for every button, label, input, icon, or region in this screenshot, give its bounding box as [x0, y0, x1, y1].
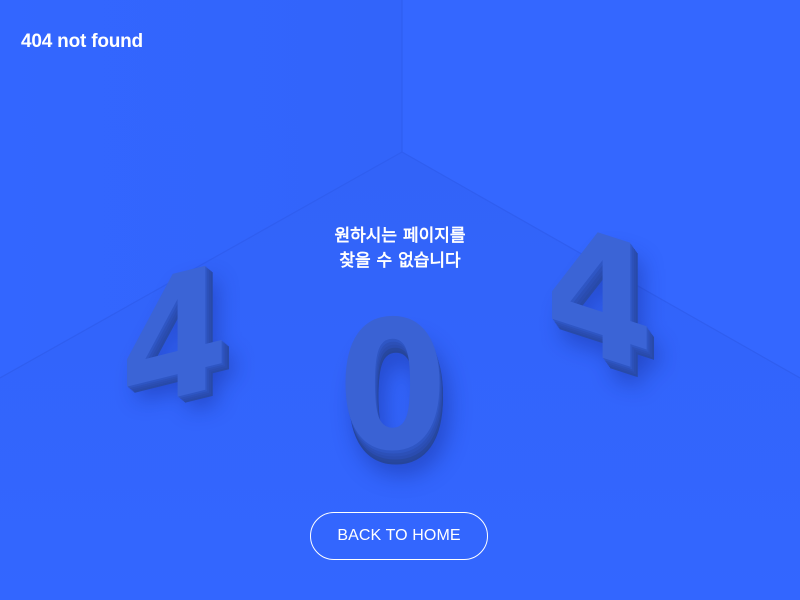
- page-title: 404 not found: [21, 31, 143, 52]
- digit-zero-middle: 0: [338, 283, 447, 490]
- back-to-home-button[interactable]: BACK TO HOME: [310, 512, 488, 560]
- message-line-2: 찾을 수 없습니다: [339, 251, 461, 271]
- digit-four-left: 4: [120, 226, 229, 452]
- digit-four-right: 4: [545, 182, 654, 416]
- not-found-message: 원하시는 페이지를 찾을 수 없습니다: [250, 224, 550, 274]
- message-line-1: 원하시는 페이지를: [334, 226, 466, 246]
